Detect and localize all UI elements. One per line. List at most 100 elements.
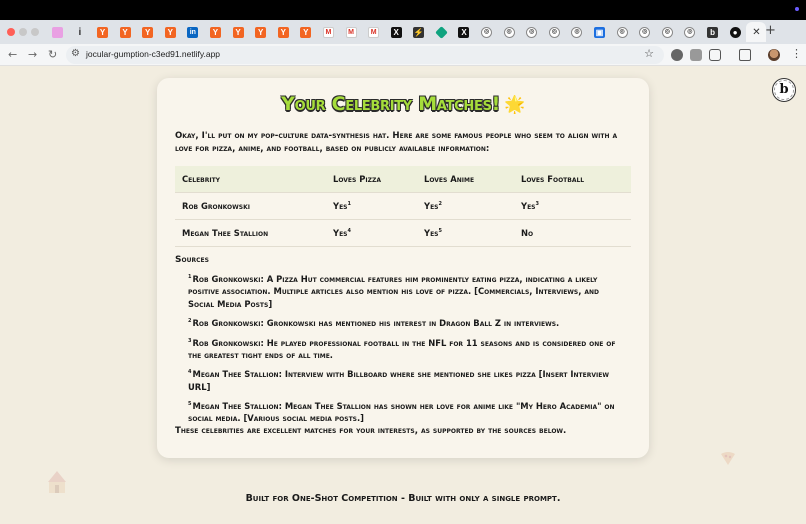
intro-paragraph: Okay, I'll put on my pop-culture data-sy… (175, 131, 618, 154)
page-title-text: Your Celebrity Matches! (281, 93, 500, 115)
football-cell: No (514, 218, 631, 247)
browser-tab[interactable]: ◎ (633, 24, 656, 40)
minimize-window-button[interactable] (19, 28, 27, 36)
linkedin-icon: in (187, 26, 199, 38)
forward-arrow-icon[interactable]: → (28, 48, 37, 61)
top-strip (0, 0, 806, 20)
browser-tab[interactable]: ● (724, 24, 747, 40)
browser-tab[interactable]: Y (272, 24, 295, 40)
browser-tab[interactable]: Y (136, 24, 159, 40)
pizza-value: Yes (333, 227, 348, 238)
pink-tab-icon (51, 26, 63, 38)
browser-tab[interactable]: ◎ (498, 24, 521, 40)
active-tab[interactable]: ✕ (746, 22, 767, 42)
new-tab-button[interactable]: + (765, 23, 776, 38)
browser-tab[interactable] (430, 24, 453, 40)
x-icon: X (390, 26, 402, 38)
browser-tab[interactable]: Y (249, 24, 272, 40)
anime-value: Yes (424, 227, 439, 238)
ycombinator-icon: Y (164, 26, 176, 38)
globe-icon: ◎ (526, 26, 538, 38)
browser-tab[interactable] (46, 24, 69, 40)
browser-tab[interactable]: ◎ (543, 24, 566, 40)
source-item: 1Rob Gronkowski: A Pizza Hut commercial … (188, 271, 628, 310)
extensions-puzzle-icon[interactable] (709, 49, 721, 61)
cast-icon[interactable] (739, 49, 751, 61)
source-text: Rob Gronkowski: Gronkowski has mentioned… (192, 318, 560, 329)
gmail-icon: M (322, 26, 334, 38)
browser-tab[interactable]: Y (91, 24, 114, 40)
browser-tab[interactable]: ◎ (656, 24, 679, 40)
extension-notes-icon[interactable] (690, 49, 702, 61)
github-icon: ● (729, 26, 741, 38)
browser-tab[interactable]: Y (295, 24, 318, 40)
browser-tab[interactable]: ⚡ (408, 24, 431, 40)
globe-icon: ◎ (616, 26, 628, 38)
sources-heading: Sources (175, 255, 209, 265)
browser-tab[interactable]: Y (114, 24, 137, 40)
circus-tent-icon (48, 471, 66, 493)
source-item: 4Megan Thee Stallion: Interview with Bil… (188, 366, 628, 393)
globe-icon: ◎ (639, 26, 651, 38)
sources-list: 1Rob Gronkowski: A Pizza Hut commercial … (188, 271, 628, 430)
diamond-icon (435, 25, 448, 39)
column-header-football: Loves Football (514, 166, 631, 192)
close-tab-icon[interactable]: ✕ (752, 27, 760, 38)
browser-tab[interactable]: ◎ (566, 24, 589, 40)
source-text: Megan Thee Stallion: Interview with Bill… (188, 369, 609, 392)
footnote-ref[interactable]: 2 (439, 201, 442, 207)
ycombinator-icon: Y (119, 26, 131, 38)
source-item: 2Rob Gronkowski: Gronkowski has mentione… (188, 315, 628, 329)
browser-tab[interactable]: ◎ (679, 24, 702, 40)
extension-record-icon[interactable] (671, 49, 683, 61)
footnote-ref[interactable]: 5 (439, 228, 442, 234)
browser-tab[interactable]: i (69, 24, 92, 40)
browser-tab[interactable]: ◎ (475, 24, 498, 40)
browser-tab[interactable]: Y (204, 24, 227, 40)
footer-built-text: Built for One-Shot Competition - Built w… (245, 493, 561, 504)
footnote-ref[interactable]: 3 (536, 201, 539, 207)
source-text: Megan Thee Stallion: Megan Thee Stallion… (188, 400, 615, 424)
browser-tab[interactable]: in (182, 24, 205, 40)
tab-strip: i Y Y Y Yin Y Y Y Y Y M M M X ⚡ X ◎ ◎ ◎ ◎ ◎ ▣ ◎ ◎ ◎ ◎ b ● ✕ (46, 22, 767, 42)
maximize-window-button[interactable] (31, 28, 39, 36)
source-text: Rob Gronkowski: A Pizza Hut commercial f… (188, 273, 599, 309)
footnote-ref[interactable]: 4 (348, 228, 351, 234)
browser-tab[interactable]: M (317, 24, 340, 40)
bolt-badge-icon[interactable]: b (772, 78, 796, 102)
browser-tab[interactable]: ◎ (520, 24, 543, 40)
source-ref: 3 (188, 337, 192, 344)
footnote-ref[interactable]: 1 (348, 201, 351, 207)
dropbox-icon: ▣ (594, 26, 606, 38)
url-text[interactable]: jocular-gumption-c3ed91.netlify.app (86, 49, 220, 59)
browser-menu-icon[interactable]: ⋮ (791, 47, 802, 60)
browser-tab[interactable]: ◎ (611, 24, 634, 40)
browser-tab[interactable]: ▣ (588, 24, 611, 40)
browser-tab[interactable]: X (453, 24, 476, 40)
celebrity-name: Megan Thee Stallion (175, 218, 326, 247)
football-value: No (521, 227, 534, 238)
source-ref: 1 (188, 274, 192, 280)
browser-tab[interactable]: b (701, 24, 724, 40)
browser-tab[interactable]: Y (159, 24, 182, 40)
address-bar[interactable]: ⚙ jocular-gumption-c3ed91.netlify.app ☆ (66, 46, 664, 64)
bookmark-star-icon[interactable]: ☆ (644, 47, 654, 60)
close-window-button[interactable] (7, 28, 15, 36)
browser-tab[interactable]: M (340, 24, 363, 40)
globe-icon: ◎ (661, 26, 673, 38)
ycombinator-icon: Y (232, 26, 244, 38)
ycombinator-icon: Y (300, 26, 312, 38)
star-emoji-icon: 🌟 (504, 95, 525, 115)
profile-avatar[interactable] (768, 49, 780, 61)
reload-icon[interactable]: ↻ (48, 48, 57, 61)
results-card: Your Celebrity Matches! 🌟 Okay, I'll put … (157, 78, 649, 458)
navigation-bar: ← → ↻ ⚙ jocular-gumption-c3ed91.netlify.… (0, 44, 806, 66)
browser-tab[interactable]: X (385, 24, 408, 40)
tab-bar: i Y Y Y Yin Y Y Y Y Y M M M X ⚡ X ◎ ◎ ◎ ◎ ◎ ▣ ◎ ◎ ◎ ◎ b ● ✕ (0, 20, 806, 44)
browser-tab[interactable]: M (362, 24, 385, 40)
site-settings-icon[interactable]: ⚙ (71, 48, 80, 59)
back-arrow-icon[interactable]: ← (8, 48, 17, 61)
ycombinator-icon: Y (255, 26, 267, 38)
browser-tab[interactable]: Y (227, 24, 250, 40)
globe-icon: ◎ (481, 26, 493, 38)
